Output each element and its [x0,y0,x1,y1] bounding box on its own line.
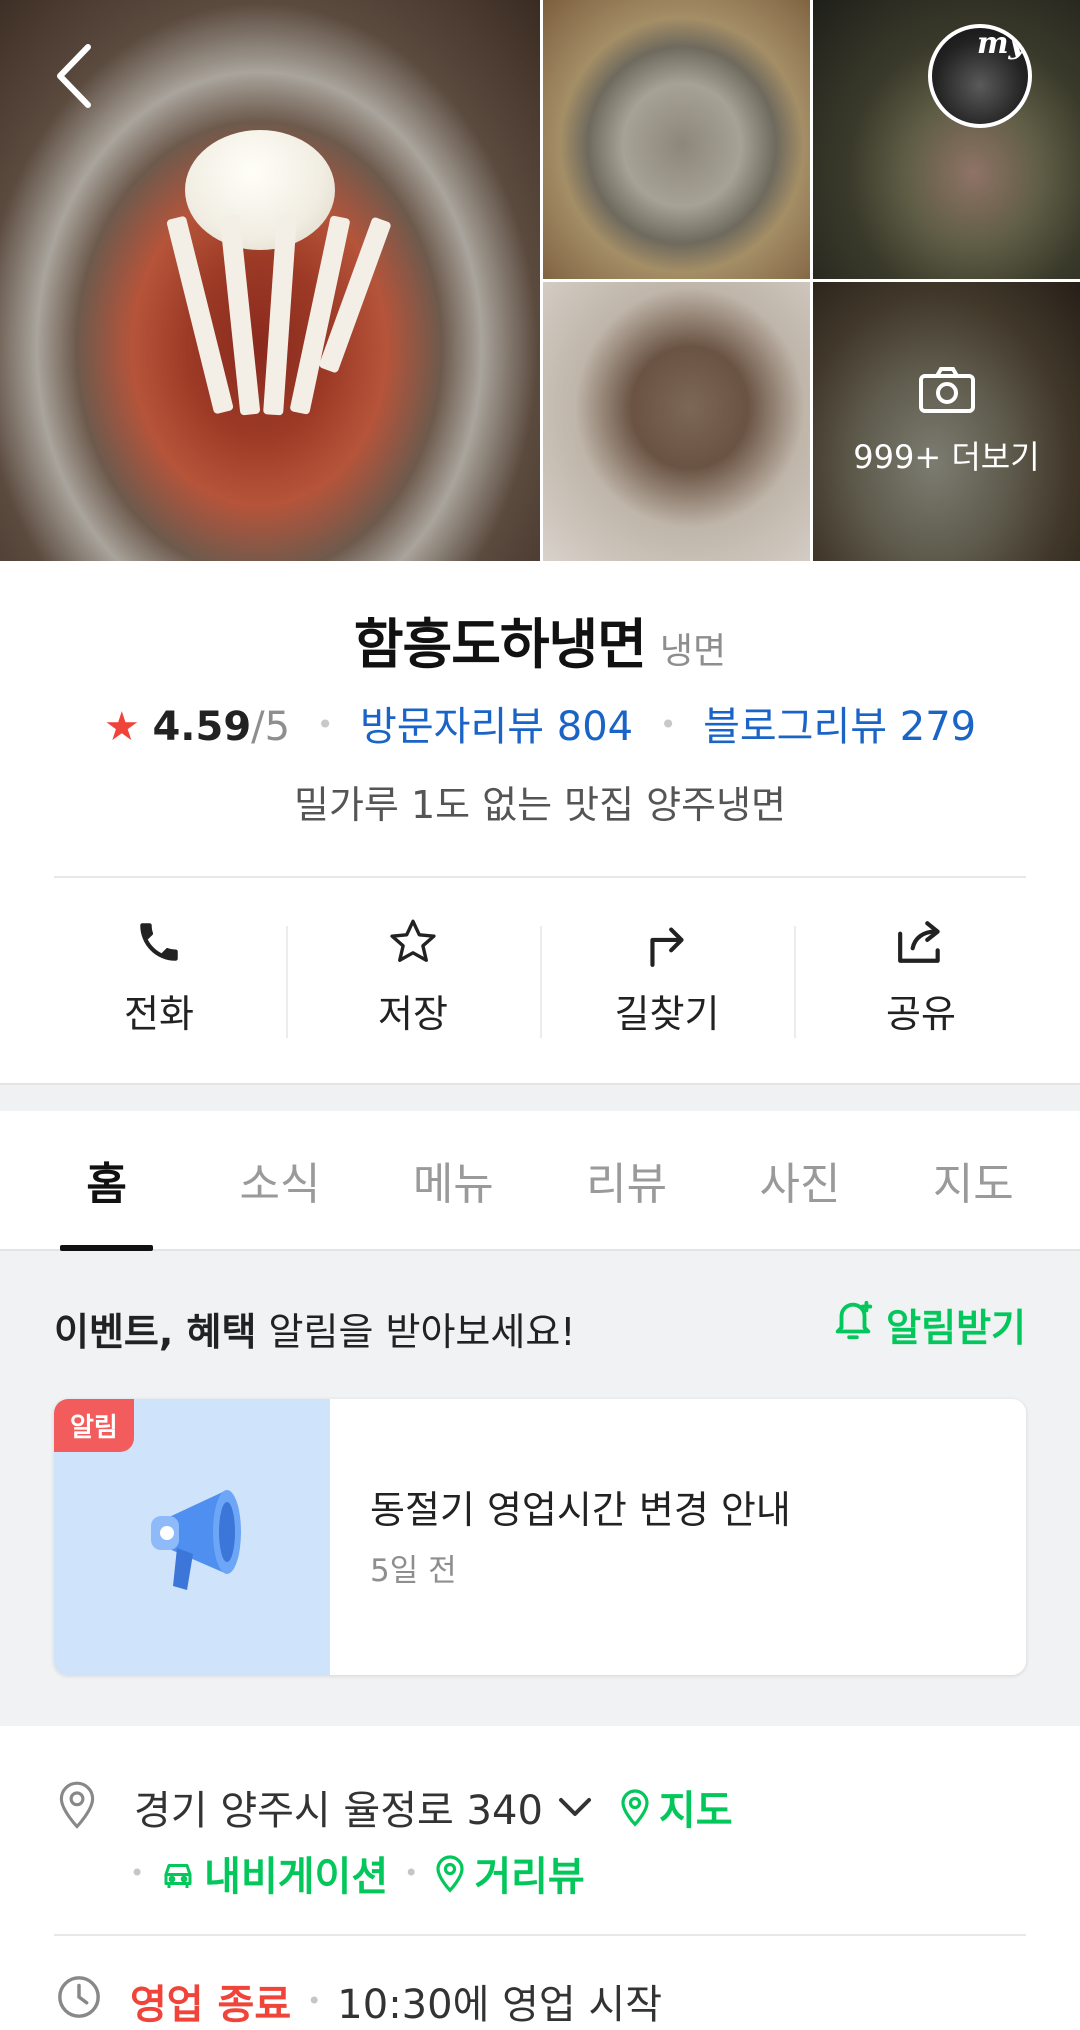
action-bar: 전화 저장 길찾기 공유 [32,910,1048,1040]
my-profile-avatar[interactable]: my [928,24,1032,128]
address-text: 경기 양주시 율정로 340 [134,1788,543,1834]
navigation-link[interactable]: 내비게이션 [160,1844,388,1902]
save-button[interactable]: 저장 [286,910,540,1040]
divider [54,1934,1026,1936]
place-category: 냉면 [659,631,727,672]
notice-title: 동절기 영업시간 변경 안내 [370,1488,791,1532]
chevron-down-icon [557,1795,593,1819]
back-button[interactable] [44,38,104,118]
rating-max: /5 [251,704,291,750]
map-pin-icon [619,1787,651,1827]
visitor-reviews-link[interactable]: 방문자리뷰 804 [360,704,633,750]
blog-reviews-link[interactable]: 블로그리뷰 279 [703,704,976,750]
notice-time: 5일 전 [370,1553,457,1589]
address-row[interactable]: 경기 양주시 율정로 340 지도 [134,1778,733,1836]
place-title: 함흥도하냉면 냉면 [0,600,1080,679]
tab-home[interactable]: 홈 [20,1111,193,1251]
notice-card[interactable]: 알림 동절기 영업시간 변경 안내 5일 전 [54,1399,1026,1675]
street-view-label: 거리뷰 [474,1854,585,1900]
tab-map[interactable]: 지도 [887,1111,1060,1249]
separator-dot: • [316,708,334,741]
photo-thumb-4[interactable]: 999+ 더보기 [813,282,1080,561]
notice-heading-bold: 이벤트, 혜택 [54,1310,257,1354]
next-open-time: 10:30에 영업 시작 [337,1982,662,2028]
navigation-label: 내비게이션 [204,1854,389,1900]
address-actions: • 내비게이션 • 거리뷰 [130,1844,585,1902]
notice-badge: 알림 [54,1399,134,1452]
call-label: 전화 [124,991,194,1036]
photo-thumb-3[interactable] [543,282,810,561]
rating-value: 4.59 [152,704,252,750]
more-photos-button[interactable]: 999+ 더보기 [813,282,1080,561]
business-hours-row[interactable]: 영업 종료 • 10:30에 영업 시작 [130,1972,662,2030]
share-icon [893,913,949,971]
map-label: 지도 [658,1788,733,1834]
egg-garnish [185,130,335,250]
separator-dot: • [404,1859,419,1887]
photo-gallery: 999+ 더보기 my [0,0,1080,561]
directions-icon [642,913,692,971]
rating-row: ★ 4.59/5 • 방문자리뷰 804 • 블로그리뷰 279 [0,694,1080,752]
separator-dot: • [659,708,677,741]
separator-dot: • [130,1859,145,1887]
separator-dot: • [307,1987,322,2015]
car-icon [160,1856,196,1890]
more-photos-label: 999+ 더보기 [853,437,1040,476]
business-status: 영업 종료 [130,1982,292,2028]
location-pin-icon [56,1778,98,1834]
place-name: 함흥도하냉면 [353,613,647,676]
directions-label: 길찾기 [614,991,720,1036]
notice-heading-text: 알림을 받아보세요! [256,1310,576,1354]
camera-icon [918,366,976,432]
tab-photos[interactable]: 사진 [713,1111,886,1249]
street-view-pin-icon [434,1853,466,1893]
megaphone-icon [127,1470,257,1604]
tab-bar: 홈 소식 메뉴 리뷰 사진 지도 [0,1111,1080,1251]
photo-thumb-1[interactable] [543,0,810,279]
subscribe-alerts-button[interactable]: 알림받기 [830,1297,1026,1352]
tab-menu[interactable]: 메뉴 [367,1111,540,1249]
tab-news[interactable]: 소식 [193,1111,366,1249]
bell-plus-icon [830,1297,886,1352]
tab-reviews[interactable]: 리뷰 [540,1111,713,1249]
clock-icon [56,1974,102,2024]
rating-star-icon: ★ [103,704,140,750]
street-view-link[interactable]: 거리뷰 [434,1844,585,1902]
phone-icon [134,913,184,971]
star-icon [385,913,441,971]
divider [54,876,1026,878]
my-badge-text: my [976,26,1026,61]
save-label: 저장 [378,991,448,1036]
section-separator [0,1083,1080,1111]
chevron-left-icon [54,43,94,113]
directions-button[interactable]: 길찾기 [540,910,794,1040]
notice-section: 이벤트, 혜택 알림을 받아보세요! 알림받기 알림 동절기 영업시간 변경 안… [0,1251,1080,1726]
map-link[interactable]: 지도 [619,1778,733,1836]
call-button[interactable]: 전화 [32,910,286,1040]
share-label: 공유 [886,991,956,1036]
subscribe-label: 알림받기 [886,1306,1026,1350]
place-tagline: 밀가루 1도 없는 맛집 양주냉면 [293,783,786,827]
notice-heading: 이벤트, 혜택 알림을 받아보세요! [54,1301,576,1356]
share-button[interactable]: 공유 [794,910,1048,1040]
